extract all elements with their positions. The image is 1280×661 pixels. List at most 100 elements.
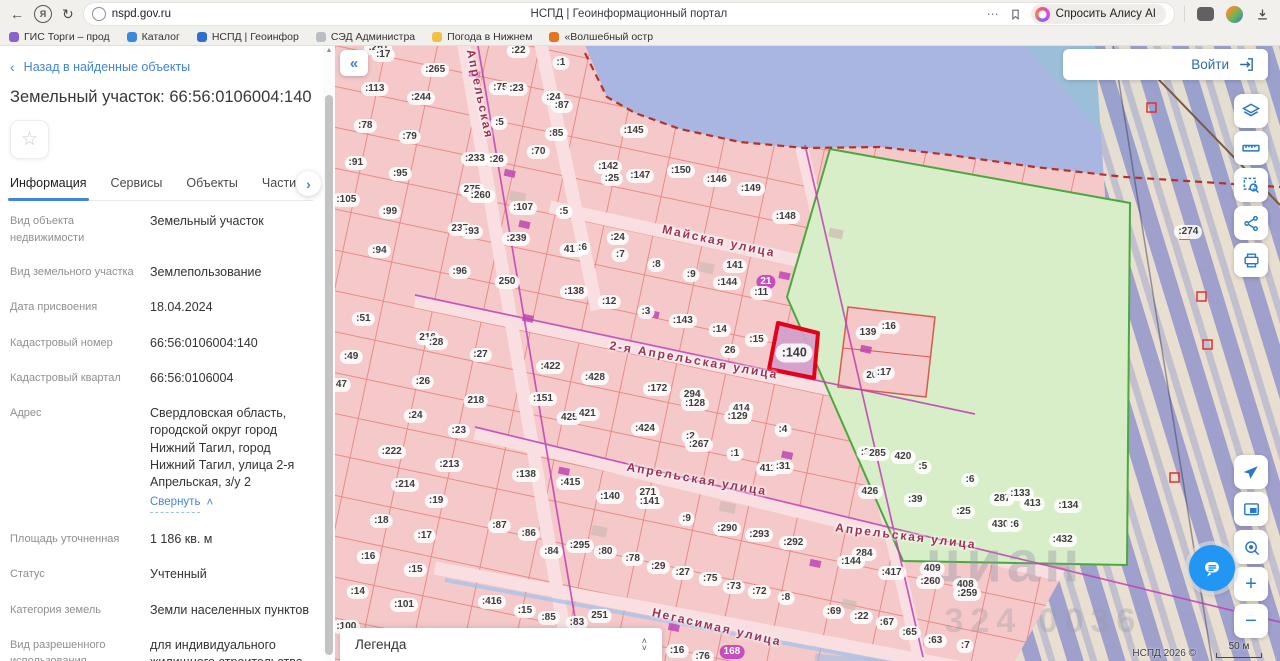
- parcel-label[interactable]: :244: [407, 91, 435, 105]
- bookmark-item[interactable]: Погода в Нижнем: [432, 31, 532, 43]
- parcel-label[interactable]: :214: [391, 478, 419, 492]
- parcel-label[interactable]: :7: [612, 248, 629, 262]
- parcel-label[interactable]: :260: [916, 575, 944, 589]
- parcel-label[interactable]: 285: [865, 447, 890, 461]
- parcel-label[interactable]: :138: [512, 468, 540, 482]
- parcel-label[interactable]: 250: [495, 275, 520, 289]
- parcel-label[interactable]: :265: [421, 63, 449, 77]
- parcel-label[interactable]: :113: [361, 82, 388, 96]
- parcel-label[interactable]: :415: [556, 476, 584, 490]
- chat-button[interactable]: [1189, 545, 1235, 591]
- parcel-label[interactable]: :76: [691, 650, 713, 661]
- parcel-label[interactable]: :149: [737, 182, 765, 196]
- parcel-label[interactable]: :222: [378, 445, 406, 459]
- tab-Объекты[interactable]: Объекты: [186, 176, 238, 190]
- parcel-label[interactable]: :65: [898, 626, 920, 640]
- minimap-button[interactable]: [1234, 492, 1268, 526]
- parcel-label[interactable]: :172: [643, 382, 671, 396]
- parcel-label[interactable]: :138: [560, 285, 588, 299]
- parcel-label[interactable]: :146: [703, 173, 731, 187]
- legend-bar[interactable]: Легенда ˄˅: [340, 628, 662, 661]
- parcel-label[interactable]: :17: [372, 48, 394, 62]
- parcel-label[interactable]: :69: [823, 605, 845, 619]
- scrollbar-up-icon[interactable]: ▲: [323, 47, 335, 54]
- parcel-label[interactable]: :9: [678, 512, 695, 526]
- parcel-label[interactable]: :274: [1174, 225, 1202, 239]
- parcel-label[interactable]: :147: [626, 169, 654, 183]
- parcel-label[interactable]: :16: [666, 644, 688, 658]
- parcel-label[interactable]: :28: [425, 336, 447, 350]
- parcel-label[interactable]: :1: [726, 447, 743, 461]
- parcel-label[interactable]: :105: [335, 193, 360, 207]
- parcel-label[interactable]: :93: [461, 225, 483, 239]
- download-icon[interactable]: [1255, 7, 1270, 22]
- favorite-star-button[interactable]: ☆: [10, 120, 49, 159]
- profile-avatar[interactable]: [1226, 6, 1243, 23]
- parcel-label[interactable]: :80: [594, 545, 616, 559]
- parcel-label[interactable]: :24: [404, 409, 426, 423]
- parcel-label[interactable]: 409: [920, 562, 945, 576]
- extension-icon[interactable]: [1197, 7, 1214, 21]
- parcel-label[interactable]: :8: [777, 591, 794, 605]
- parcel-label[interactable]: :5: [491, 116, 508, 130]
- zoom-out-button[interactable]: −: [1234, 604, 1268, 638]
- parcel-label[interactable]: :259: [953, 587, 981, 601]
- parcel-label[interactable]: 139: [856, 326, 881, 340]
- parcel-label[interactable]: :295: [566, 539, 594, 553]
- parcel-label[interactable]: :18: [370, 514, 392, 528]
- bookmark-item[interactable]: ГИС Торги – прод: [9, 31, 110, 43]
- parcel-label[interactable]: :24: [606, 231, 628, 245]
- parcel-label[interactable]: :144: [837, 555, 865, 569]
- parcel-label[interactable]: :72: [748, 585, 770, 599]
- parcel-label[interactable]: :101: [390, 598, 418, 612]
- measure-button[interactable]: [1234, 131, 1268, 165]
- parcel-label[interactable]: :85: [537, 611, 559, 625]
- parcel-label[interactable]: :26: [412, 375, 434, 389]
- parcel-label[interactable]: :417: [878, 566, 906, 580]
- back-to-results-link[interactable]: ‹ Назад в найденные объекты: [10, 59, 313, 75]
- parcel-label[interactable]: :85: [545, 127, 567, 141]
- parcel-label[interactable]: :78: [354, 119, 376, 133]
- parcel-label[interactable]: :12: [598, 295, 620, 309]
- tab-Сервисы[interactable]: Сервисы: [111, 176, 163, 190]
- parcel-label[interactable]: :128: [681, 397, 709, 411]
- parcel-label[interactable]: :144: [713, 276, 741, 290]
- parcel-label[interactable]: :16: [357, 550, 379, 564]
- parcel-label[interactable]: 26: [720, 344, 739, 358]
- parcel-label[interactable]: :23: [505, 82, 527, 96]
- bookmark-item[interactable]: НСПД | Геоинфор: [197, 31, 299, 43]
- parcel-label[interactable]: :15: [514, 604, 536, 618]
- parcel-label[interactable]: :107: [509, 201, 537, 215]
- parcel-label[interactable]: 141: [722, 259, 747, 273]
- parcel-label[interactable]: :99: [379, 205, 401, 219]
- ask-alice-button[interactable]: Спросить Алису AI: [1031, 4, 1166, 24]
- parcel-label[interactable]: :95: [389, 167, 411, 181]
- parcel-label[interactable]: :27: [469, 348, 491, 362]
- parcel-label[interactable]: :3: [637, 305, 654, 319]
- parcel-label[interactable]: :129: [724, 410, 752, 424]
- parcel-label[interactable]: :428: [581, 371, 609, 385]
- tabs-next-button[interactable]: ›: [296, 171, 321, 196]
- parcel-label[interactable]: 413: [1020, 497, 1045, 511]
- parcel-label[interactable]: :150: [667, 164, 695, 178]
- print-button[interactable]: [1234, 243, 1268, 277]
- parcel-label[interactable]: :5: [914, 460, 931, 474]
- parcel-label[interactable]: :63: [924, 634, 946, 648]
- parcel-label[interactable]: :17: [414, 529, 436, 543]
- refresh-icon[interactable]: ↻: [62, 7, 74, 21]
- parcel-label[interactable]: :26: [485, 153, 507, 167]
- parcel-label[interactable]: 218: [463, 394, 488, 408]
- parcel-label[interactable]: :19: [425, 494, 447, 508]
- address-bar[interactable]: НСПД | Геоинформационный портал nspd.gov…: [84, 3, 1174, 25]
- parcel-label[interactable]: :141: [636, 495, 664, 509]
- parcel-label[interactable]: :9: [683, 268, 700, 282]
- login-button[interactable]: Войти: [1063, 49, 1268, 80]
- parcel-label[interactable]: 421: [575, 407, 600, 421]
- tab-Информация[interactable]: Информация: [10, 176, 87, 190]
- bookmark-item[interactable]: СЭД Администра: [316, 31, 415, 43]
- parcel-label[interactable]: :39: [904, 493, 926, 507]
- map-viewport[interactable]: циан 324 0036 :261:17:265:22:1:113:244:7…: [335, 45, 1280, 661]
- parcel-label[interactable]: :267: [685, 438, 713, 452]
- locate-button[interactable]: [1234, 455, 1268, 489]
- parcel-label[interactable]: :7: [957, 639, 974, 653]
